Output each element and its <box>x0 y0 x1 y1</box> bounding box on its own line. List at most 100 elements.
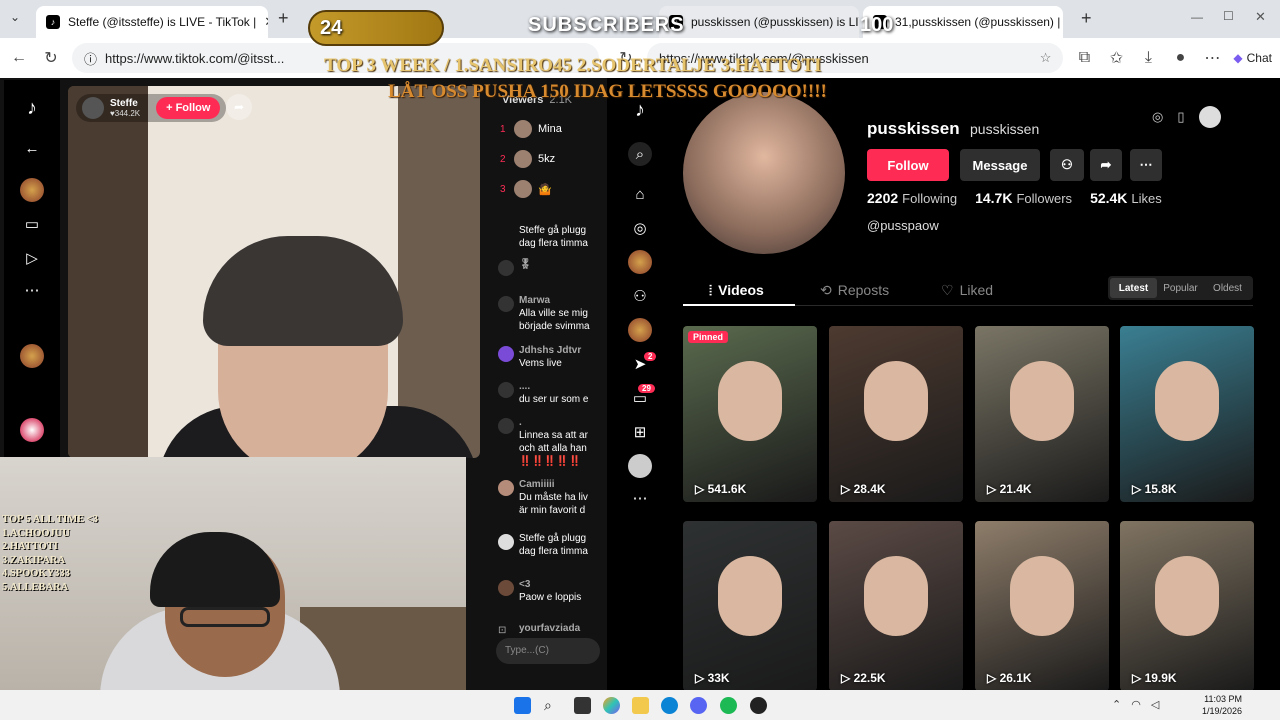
copilot-icon[interactable] <box>603 697 620 714</box>
video-thumbnail[interactable]: Pinned ▷ 541.6K <box>683 326 817 502</box>
video-camera-icon[interactable]: ▭ <box>20 212 44 236</box>
top-right-tools: ◎ ▯ <box>1152 106 1221 128</box>
share-icon[interactable]: ➦ <box>1090 149 1122 181</box>
edge-icon[interactable] <box>661 697 678 714</box>
more-icon[interactable]: ⋯ <box>20 278 44 302</box>
thumbnail-subject <box>864 556 928 636</box>
copilot-chat-button[interactable]: ◆ Chat <box>1233 51 1272 65</box>
video-thumbnail[interactable]: ▷ 15.8K <box>1120 326 1254 502</box>
follow-button[interactable]: Follow <box>867 149 949 181</box>
back-icon[interactable]: ← <box>8 49 30 67</box>
webcam-overlay: TOP 5 ALL TIME <3 1.ACHOOJUU 2.HATTOTI 3… <box>0 457 466 720</box>
chat-input[interactable]: Type...(C) <box>496 638 600 664</box>
top5-item: 3.ZAKIPARA <box>2 554 66 566</box>
profile-avatar-icon[interactable] <box>628 454 652 478</box>
top5-item: 4.SPOOKY333 <box>2 568 70 579</box>
more-icon[interactable]: ⋯ <box>628 486 652 510</box>
profile-icon[interactable]: ● <box>1169 49 1191 67</box>
explore-icon[interactable]: ◎ <box>628 216 652 240</box>
profile-avatar[interactable] <box>683 92 845 254</box>
chat-text: Paow e loppis <box>519 592 582 603</box>
spotify-icon[interactable] <box>720 697 737 714</box>
volume-icon[interactable]: ◁ <box>1151 698 1159 711</box>
favorites-icon[interactable]: ✩ <box>1105 48 1127 68</box>
wifi-icon[interactable]: ◠ <box>1131 698 1141 711</box>
compass-icon[interactable]: ◎ <box>1152 109 1163 125</box>
close-window-icon[interactable]: ✕ <box>1255 9 1266 25</box>
chevron-up-icon[interactable]: ⌃ <box>1112 698 1121 711</box>
more-options-icon[interactable]: ⋯ <box>1130 149 1162 181</box>
explore-icon[interactable]: ▷ <box>20 246 44 270</box>
discord-icon[interactable] <box>690 697 707 714</box>
tab-steffe-live[interactable]: ♪ Steffe (@itssteffe) is LIVE - TikTok |… <box>36 6 268 38</box>
taskbar: ⌕ ⌃ ◠ ◁ 11:03 PM 1/19/2026 <box>0 690 1280 720</box>
new-tab-icon[interactable]: + <box>1081 8 1092 29</box>
following-avatar-icon[interactable] <box>20 178 44 202</box>
sort-latest[interactable]: Latest <box>1110 278 1157 298</box>
video-thumbnail[interactable]: ▷ 26.1K <box>975 521 1109 691</box>
home-icon[interactable]: ⌂ <box>628 182 652 206</box>
tab-videos[interactable]: ⦙ Videos <box>709 282 764 299</box>
viewer-name: 🤷 <box>538 183 552 196</box>
refresh-icon[interactable]: ↻ <box>40 48 62 68</box>
sort-popular[interactable]: Popular <box>1157 278 1204 298</box>
new-tab-icon[interactable]: + <box>278 8 289 29</box>
followers-stat[interactable]: 14.7K Followers <box>975 190 1072 206</box>
maximize-icon[interactable]: ☐ <box>1223 9 1234 23</box>
live-avatar-2-icon[interactable] <box>20 418 44 442</box>
chat-text: Vems live <box>519 358 562 369</box>
live-avatar-icon[interactable] <box>628 318 652 342</box>
menu-dots-icon[interactable]: ⋯ <box>1201 48 1223 68</box>
obs-icon[interactable] <box>750 697 767 714</box>
live-avatar-icon[interactable] <box>20 344 44 368</box>
video-thumbnail[interactable]: ▷ 28.4K <box>829 326 963 502</box>
task-view-icon[interactable] <box>574 697 591 714</box>
minimize-icon[interactable]: — <box>1191 10 1203 24</box>
video-thumbnail[interactable]: ▷ 19.9K <box>1120 521 1254 691</box>
close-tab-icon[interactable]: ✕ <box>264 14 268 30</box>
page-info-icon[interactable]: ⓘ <box>84 49 97 68</box>
view-count: ▷ 19.9K <box>1132 671 1177 685</box>
viewer-row[interactable]: 3 🤷 <box>492 174 600 204</box>
star-icon[interactable]: ☆ <box>1040 50 1052 66</box>
extensions-icon[interactable]: ⧉ <box>1073 49 1095 67</box>
live-follow-button[interactable]: + Follow <box>156 97 221 119</box>
thumbnail-subject <box>864 361 928 441</box>
viewer-row[interactable]: 1 Mina <box>492 114 600 144</box>
view-count-text: 26.1K <box>999 671 1032 685</box>
start-icon[interactable] <box>514 697 531 714</box>
back-arrow-icon[interactable]: ← <box>20 136 44 160</box>
live-chat-panel: Viewers 2.1K 1 Mina 2 5kz 3 🤷 Steffe gå plu… <box>492 86 600 670</box>
video-thumbnail[interactable]: ▷ 21.4K <box>975 326 1109 502</box>
search-icon[interactable]: ⌕ <box>544 697 561 714</box>
download-icon[interactable]: ⤓ <box>1137 49 1159 67</box>
following-avatar-icon[interactable] <box>628 250 652 274</box>
user-avatar-icon[interactable] <box>1198 106 1221 128</box>
tab-liked[interactable]: ♡ Liked <box>941 282 993 299</box>
clock[interactable]: 11:03 PM 1/19/2026 <box>1202 693 1242 717</box>
friends-icon[interactable]: ⚇ <box>628 284 652 308</box>
viewer-row[interactable]: 2 5kz <box>492 144 600 174</box>
streamer-avatar[interactable] <box>82 97 104 119</box>
add-friend-icon[interactable]: ⚇ <box>1050 149 1084 181</box>
following-stat[interactable]: 2202 Following <box>867 190 957 206</box>
message-button[interactable]: Message <box>960 149 1040 181</box>
chat-avatar <box>498 260 514 276</box>
live-video[interactable]: Steffe ♥344.2K + Follow ➦ <box>68 86 480 458</box>
video-thumbnail[interactable]: ▷ 33K <box>683 521 817 691</box>
search-icon[interactable]: ⌕ <box>628 142 652 166</box>
video-thumbnail[interactable]: ▷ 22.5K <box>829 521 963 691</box>
tiktok-logo-icon[interactable]: ♪ <box>20 96 44 120</box>
tab-reposts[interactable]: ⟲ Reposts <box>820 282 889 299</box>
tab-pusskissen-live[interactable]: ♪ pusskissen (@pusskissen) is LIV ✕ <box>659 6 859 38</box>
file-explorer-icon[interactable] <box>632 697 649 714</box>
tab-label: Liked <box>959 282 994 298</box>
tab-list-icon[interactable]: ⌄ <box>10 10 20 24</box>
device-icon[interactable]: ▯ <box>1177 109 1184 125</box>
share-icon[interactable]: ➦ <box>226 94 252 120</box>
chat-text: och att alla han <box>519 443 587 454</box>
play-icon: ▷ <box>841 671 854 685</box>
upload-icon[interactable]: ⊞ <box>628 420 652 444</box>
sort-oldest[interactable]: Oldest <box>1204 278 1251 298</box>
tab-label: Reposts <box>837 282 890 298</box>
